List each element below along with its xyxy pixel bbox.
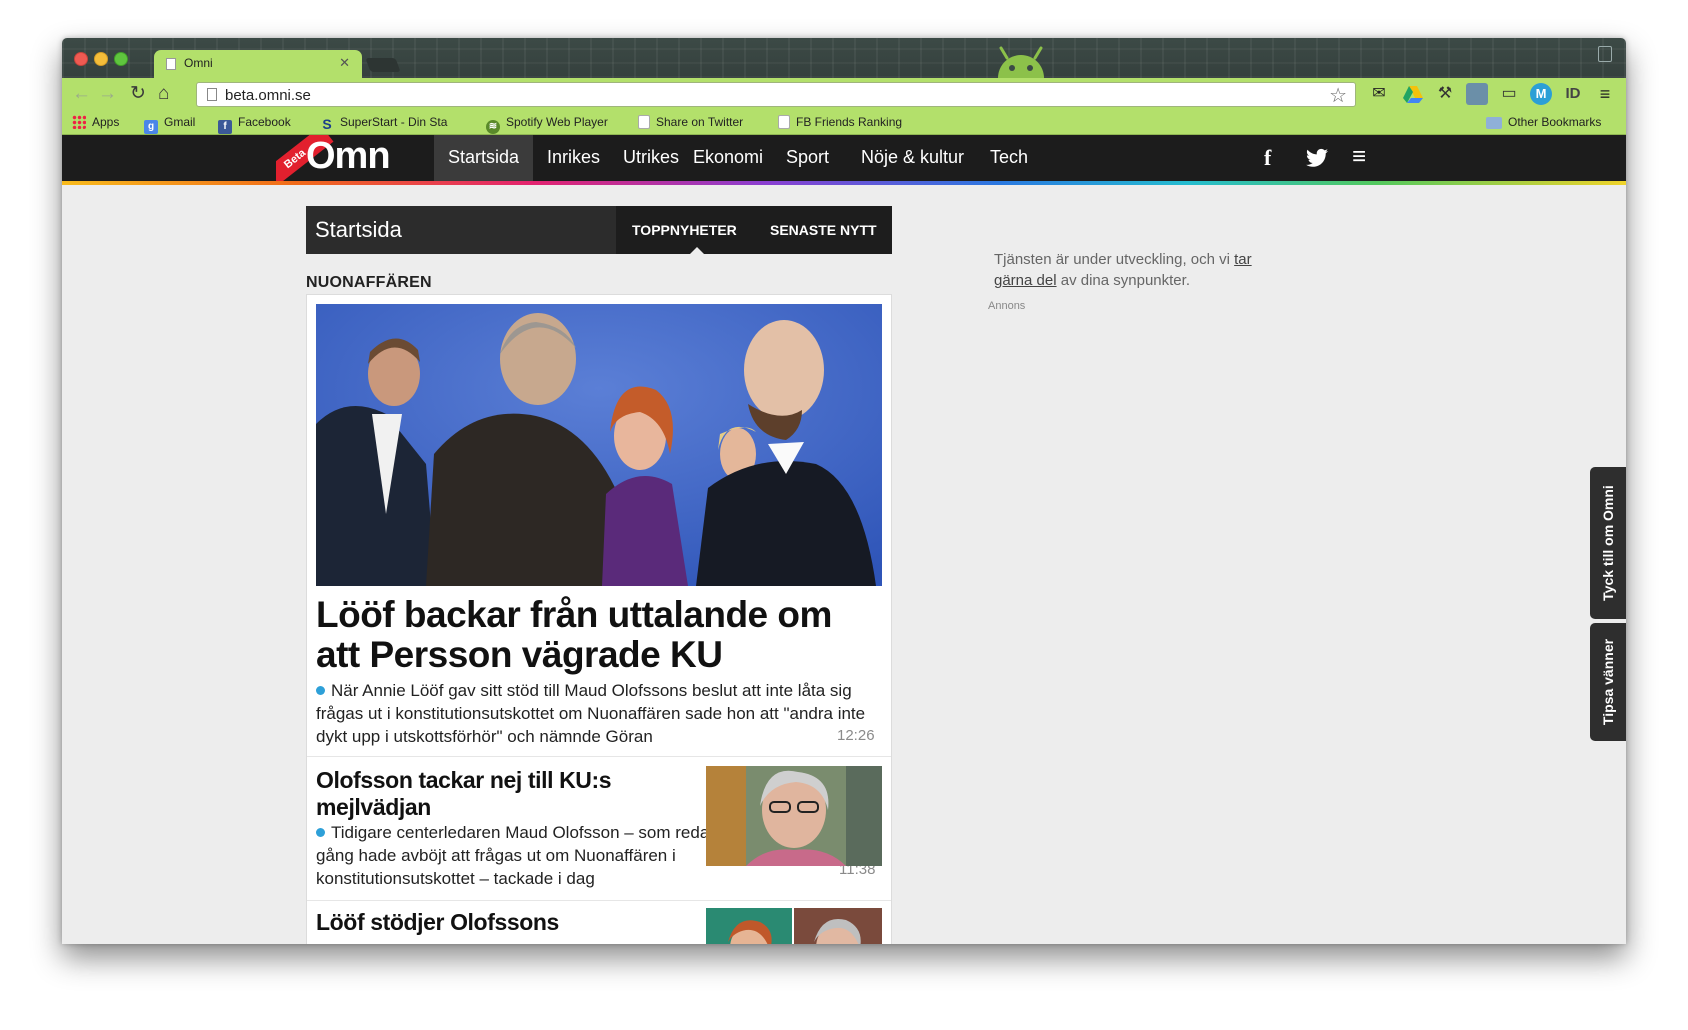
home-icon[interactable]: ⌂ xyxy=(158,84,169,104)
back-arrow-icon[interactable]: ← xyxy=(72,84,91,104)
notice-text: Tjänsten är under utveckling, och vi xyxy=(994,251,1235,268)
page-icon xyxy=(207,88,217,101)
twitter-icon[interactable] xyxy=(1306,148,1328,168)
article-thumbnail[interactable] xyxy=(706,766,882,866)
article-headline[interactable]: Olofsson tackar nej till KU:s mejlvädjan xyxy=(316,767,696,821)
bookmark-label: Other Bookmarks xyxy=(1508,115,1602,129)
bookmark-superstart[interactable]: S SuperStart - Din Sta xyxy=(320,115,466,131)
tab-toppnyheter[interactable]: TOPPNYHETER xyxy=(632,222,737,238)
nav-ekonomi[interactable]: Ekonomi xyxy=(679,135,777,181)
browser-titlebar: Omni ✕ xyxy=(62,38,1626,78)
ad-label: Annons xyxy=(988,300,1026,312)
bullet-dot xyxy=(316,828,325,837)
google-drive-icon[interactable] xyxy=(1402,83,1424,105)
article-headline[interactable]: Lööf stödjer Olofssons xyxy=(316,909,696,936)
id-extension-icon[interactable]: ID xyxy=(1562,83,1584,105)
zoom-window-button[interactable] xyxy=(114,52,128,66)
hero-image[interactable] xyxy=(316,304,882,586)
address-bar[interactable]: beta.omni.se ☆ xyxy=(196,82,1356,107)
notice-text: av dina synpunkter. xyxy=(1056,272,1190,289)
new-tab-button[interactable] xyxy=(365,58,401,72)
bookmarks-bar: Apps g Gmail f Facebook S SuperStart - Din … xyxy=(62,110,1626,135)
bookmark-fb-friends-ranking[interactable]: FB Friends Ranking xyxy=(778,115,902,129)
mail-icon[interactable]: ✉ xyxy=(1368,83,1390,105)
divider xyxy=(307,756,891,757)
bookmark-label: Apps xyxy=(92,115,120,129)
active-tab-pointer xyxy=(690,247,704,254)
lead-summary: När Annie Lööf gav sitt stöd till Maud O… xyxy=(316,679,882,748)
text-fade xyxy=(656,867,776,890)
logo-word: Omni xyxy=(306,135,392,177)
minimize-window-button[interactable] xyxy=(94,52,108,66)
bookmark-gmail[interactable]: g Gmail xyxy=(144,115,195,134)
page-icon xyxy=(638,115,650,129)
feedback-notice: Tjänsten är under utveckling, och vi tar… xyxy=(994,249,1294,291)
chrome-menu-icon[interactable]: ≡ xyxy=(1594,83,1616,105)
nav-noje-kultur[interactable]: Nöje & kultur xyxy=(847,135,978,181)
topic-label[interactable]: NUONAFFÄREN xyxy=(306,274,432,292)
browser-tab[interactable]: Omni ✕ xyxy=(154,50,362,78)
facebook-icon[interactable]: f xyxy=(1264,145,1271,171)
other-bookmarks[interactable]: Other Bookmarks xyxy=(1486,115,1601,129)
browser-window: Omni ✕ ← → ↻ ⌂ beta.omni.se ☆ ✉ ⚒ ▭ M ID… xyxy=(62,38,1626,944)
bookmark-label: Facebook xyxy=(238,115,291,129)
tab-senaste-nytt[interactable]: SENASTE NYTT xyxy=(770,222,877,238)
nav-tech[interactable]: Tech xyxy=(976,135,1042,181)
android-icon xyxy=(998,46,1044,78)
spotify-icon: ≋ xyxy=(486,120,500,134)
divider xyxy=(307,900,891,901)
reload-icon[interactable]: ↻ xyxy=(130,84,146,104)
bookmark-label: FB Friends Ranking xyxy=(796,115,903,129)
nav-inrikes[interactable]: Inrikes xyxy=(533,135,614,181)
site-header: Beta Omni Startsida Inrikes Utrikes Ekon… xyxy=(62,135,1626,181)
superstart-icon: S xyxy=(322,116,332,131)
google-icon: g xyxy=(144,120,158,134)
bookmark-label: Spotify Web Player xyxy=(506,115,608,129)
page-content: Startsida TOPPNYHETER SENASTE NYTT NUONA… xyxy=(62,185,1626,944)
tab-title: Omni xyxy=(184,56,213,70)
article-time: 12:26 xyxy=(837,727,875,744)
bookmark-spotify[interactable]: ≋ Spotify Web Player xyxy=(486,115,608,134)
browser-toolbar: ← → ↻ ⌂ beta.omni.se ☆ ✉ ⚒ ▭ M ID ≡ xyxy=(62,78,1626,110)
apps-grid-icon xyxy=(72,115,86,129)
bookmark-label: Gmail xyxy=(164,115,196,129)
section-header: Startsida TOPPNYHETER SENASTE NYTT xyxy=(306,206,892,254)
folder-icon xyxy=(1486,117,1502,129)
section-tabs: TOPPNYHETER SENASTE NYTT xyxy=(616,206,892,254)
share-side-tab[interactable]: Tipsa vänner xyxy=(1590,623,1626,741)
tools-icon[interactable]: ⚒ xyxy=(1434,83,1456,105)
forward-arrow-icon[interactable]: → xyxy=(98,84,117,104)
url-text[interactable]: beta.omni.se xyxy=(225,87,311,104)
article-thumbnail[interactable] xyxy=(706,908,882,944)
cast-icon[interactable]: ▭ xyxy=(1498,83,1520,105)
feedback-side-tab[interactable]: Tyck till om Omni xyxy=(1590,467,1626,619)
bullet-dot xyxy=(316,686,325,695)
bookmark-share-on-twitter[interactable]: Share on Twitter xyxy=(638,115,743,129)
close-tab-icon[interactable]: ✕ xyxy=(339,55,350,71)
section-title: Startsida xyxy=(315,217,402,242)
close-window-button[interactable] xyxy=(74,52,88,66)
nav-startsida[interactable]: Startsida xyxy=(434,135,534,181)
bookmark-star-icon[interactable]: ☆ xyxy=(1329,83,1347,108)
bookmark-apps[interactable]: Apps xyxy=(72,115,119,129)
side-tab-label: Tyck till om Omni xyxy=(1600,485,1616,601)
facebook-icon: f xyxy=(218,120,232,134)
omni-logo[interactable]: Beta Omni xyxy=(276,135,392,181)
bookmark-facebook[interactable]: f Facebook xyxy=(218,115,291,134)
nav-sport[interactable]: Sport xyxy=(772,135,843,181)
avatar[interactable] xyxy=(1466,83,1488,105)
m-extension-icon[interactable]: M xyxy=(1530,83,1552,105)
news-card: Lööf backar från uttalande om att Persso… xyxy=(306,294,892,944)
bookmark-label: Share on Twitter xyxy=(656,115,744,129)
page-icon xyxy=(778,115,790,129)
lead-headline[interactable]: Lööf backar från uttalande om att Persso… xyxy=(316,595,882,675)
side-tab-label: Tipsa vänner xyxy=(1600,638,1616,726)
fullscreen-icon[interactable] xyxy=(1598,46,1612,62)
page-icon xyxy=(166,58,176,70)
menu-icon[interactable]: ≡ xyxy=(1352,143,1366,171)
bookmark-label: SuperStart - Din Sta xyxy=(340,115,448,129)
